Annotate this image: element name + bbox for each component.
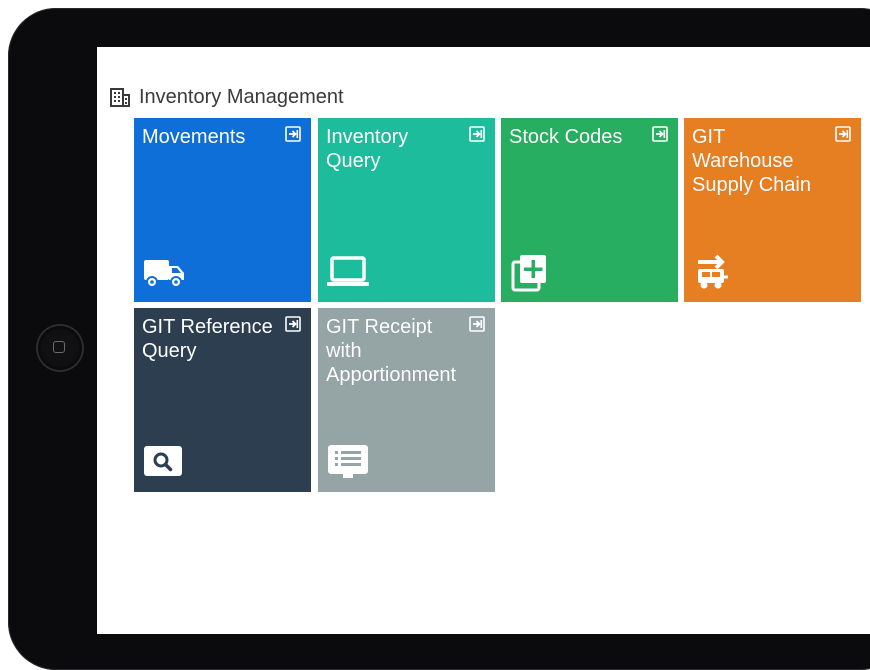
- laptop-icon: [327, 256, 369, 286]
- tile-inventory-query[interactable]: Inventory Query: [318, 118, 495, 302]
- tile-label: Movements: [142, 126, 246, 148]
- tile-git-receipt-with-apportionment[interactable]: GIT Receipt with Apportionment: [318, 308, 495, 492]
- app-screen: Inventory Management Movements Inventory…: [97, 47, 870, 634]
- truck-icon: [144, 260, 184, 288]
- open-icon[interactable]: [469, 126, 485, 142]
- open-icon[interactable]: [285, 316, 301, 332]
- building-icon: [110, 88, 130, 107]
- list-monitor-icon: [328, 445, 368, 478]
- tile-git-reference-query[interactable]: GIT Reference Query: [134, 308, 311, 492]
- home-button[interactable]: [38, 326, 82, 370]
- section-header: Inventory Management: [109, 85, 344, 109]
- open-icon[interactable]: [835, 126, 851, 142]
- transfer-icon: [698, 254, 728, 289]
- home-button-icon: [53, 341, 65, 353]
- tile-git-warehouse-supply-chain[interactable]: GIT Warehouse Supply Chain: [684, 118, 861, 302]
- tile-label: GIT Receipt with Apportionment: [326, 316, 457, 386]
- search-icon: [144, 446, 182, 476]
- tile-movements[interactable]: Movements: [134, 118, 311, 302]
- tile-label: Inventory Query: [326, 126, 409, 172]
- tile-stock-codes[interactable]: Stock Codes: [501, 118, 678, 302]
- tile-label: Stock Codes: [509, 126, 623, 148]
- open-icon[interactable]: [652, 126, 668, 142]
- open-icon[interactable]: [285, 126, 301, 142]
- section-title: Inventory Management: [139, 85, 344, 108]
- tile-label: GIT Warehouse Supply Chain: [692, 126, 811, 196]
- tile-label: GIT Reference Query: [142, 316, 273, 362]
- add-copy-icon: [511, 255, 546, 292]
- open-icon[interactable]: [469, 316, 485, 332]
